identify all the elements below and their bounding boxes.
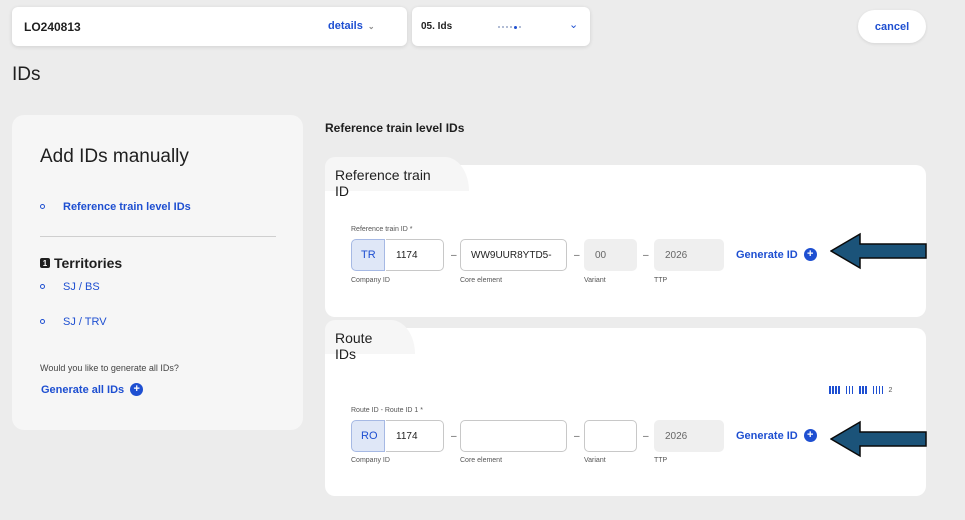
route-id-generate-id-button[interactable]: Generate ID + [736, 429, 817, 442]
generate-id-label: Generate ID [736, 248, 798, 261]
route-id-variant-input[interactable] [584, 420, 637, 452]
bullet-icon [40, 318, 45, 324]
route-id-core-element-input[interactable] [460, 420, 567, 452]
sidebar-item-reference-train-ids[interactable]: Reference train level IDs [40, 201, 191, 213]
section-number-badge: 1 [40, 258, 50, 268]
arrow-icon [830, 420, 927, 458]
chevron-down-icon: ⌄ [367, 22, 375, 31]
plus-icon: + [803, 429, 817, 442]
ttp-label: TTP [654, 277, 668, 284]
reference-train-company-id-input[interactable]: 1174 [386, 239, 444, 271]
sidebar-item-territory-sj-trv[interactable]: SJ / TRV [40, 316, 107, 328]
route-id-field-label: Route ID - Route ID 1 * [351, 407, 423, 414]
reference-train-field-label: Reference train ID * [351, 226, 413, 233]
reference-train-ttp-input: 2026 [654, 239, 724, 271]
reference-train-variant-input: 00 [584, 239, 637, 271]
route-count: 2 [888, 386, 893, 394]
cancel-button[interactable]: cancel [858, 10, 926, 43]
reference-train-prefix: TR [351, 239, 385, 271]
company-id-label: Company ID [351, 457, 390, 464]
step-progress-dots [498, 25, 521, 29]
chevron-down-icon: ⌄ [569, 19, 579, 31]
separator: – [643, 250, 649, 261]
details-label: details [328, 20, 363, 32]
sidebar-item-label: Reference train level IDs [63, 201, 191, 213]
page-title: IDs [12, 64, 41, 85]
generate-all-ids-button[interactable]: Generate all IDs + [41, 383, 144, 396]
route-count-indicator: 2 [829, 386, 892, 394]
order-id: LO240813 [24, 20, 81, 34]
separator: – [451, 250, 457, 261]
arrow-icon [830, 232, 927, 270]
separator: – [574, 250, 580, 261]
separator: – [451, 431, 457, 442]
generate-all-question: Would you like to generate all IDs? [40, 363, 179, 373]
plus-icon: + [803, 248, 817, 261]
ttp-label: TTP [654, 457, 668, 464]
generate-all-label: Generate all IDs [41, 383, 125, 396]
core-element-label: Core element [460, 277, 503, 284]
core-element-label: Core element [460, 457, 503, 464]
bullet-icon [40, 283, 45, 289]
sidebar-item-label: SJ / BS [63, 281, 100, 293]
sidebar-item-label: SJ / TRV [63, 316, 107, 328]
sidebar: Add IDs manually Reference train level I… [12, 115, 303, 430]
step-selector[interactable]: 05. Ids ⌄ [412, 7, 590, 46]
generate-id-label: Generate ID [736, 429, 798, 442]
reference-train-generate-id-button[interactable]: Generate ID + [736, 248, 817, 261]
territories-heading: 1 Territories [40, 255, 122, 271]
details-toggle[interactable]: details ⌄ [328, 20, 375, 32]
bullet-icon [40, 203, 45, 209]
separator: – [643, 431, 649, 442]
section-title: Territories [54, 255, 123, 271]
tab-reference-train-id: Reference train ID [325, 157, 469, 199]
variant-label: Variant [584, 457, 606, 464]
reference-train-core-element-input[interactable]: WW9UUR8YTD5- [460, 239, 567, 271]
company-id-label: Company ID [351, 277, 390, 284]
step-label: 05. Ids [421, 21, 453, 32]
tab-route-ids: Route IDs [325, 320, 415, 362]
route-id-prefix: RO [351, 420, 385, 452]
section-heading: Reference train level IDs [325, 121, 465, 135]
sidebar-item-territory-sj-bs[interactable]: SJ / BS [40, 281, 100, 293]
separator: – [574, 431, 580, 442]
route-id-company-id-input[interactable]: 1174 [386, 420, 444, 452]
sidebar-title: Add IDs manually [40, 146, 189, 167]
route-id-ttp-input: 2026 [654, 420, 724, 452]
variant-label: Variant [584, 277, 606, 284]
order-card: LO240813 details ⌄ [12, 7, 407, 46]
plus-icon: + [130, 383, 144, 396]
divider [40, 236, 276, 237]
